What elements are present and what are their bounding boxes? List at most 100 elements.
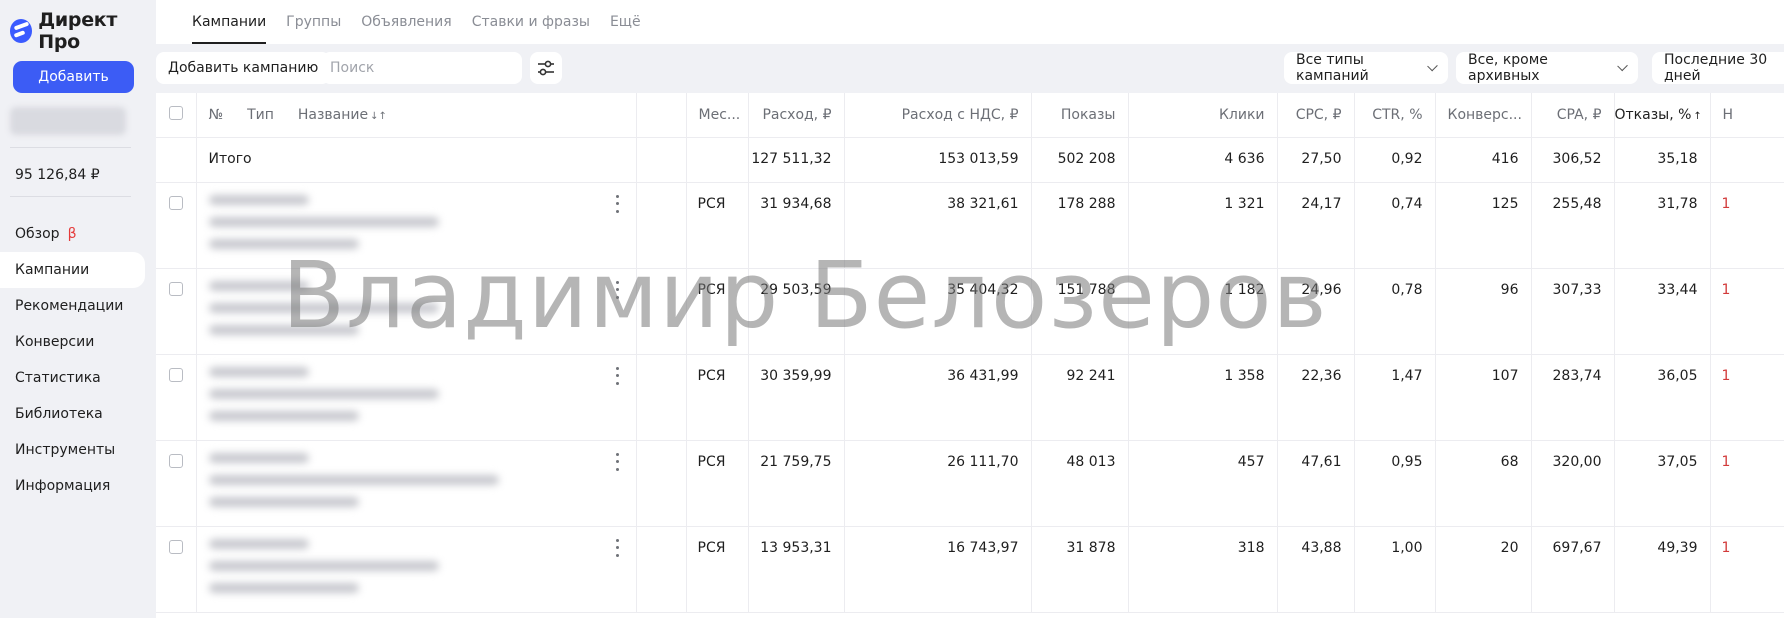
row-clicks: 1 321 <box>1128 182 1278 269</box>
more-actions-icon[interactable] <box>615 452 620 471</box>
row-cb-cell <box>156 182 197 269</box>
sidebar-nav: Обзор β Кампании Рекомендации Конверсии С… <box>0 216 145 504</box>
sliders-icon <box>538 60 554 76</box>
row-next: 1 <box>1710 440 1784 527</box>
row-cost: 31 934,68 <box>748 182 845 269</box>
clicks-column-header[interactable]: Клики <box>1128 93 1278 138</box>
row-cost: 30 359,99 <box>748 354 845 441</box>
blurred-text <box>208 496 359 507</box>
total-cpc: 27,50 <box>1277 137 1355 183</box>
tab-groups[interactable]: Группы <box>286 0 341 44</box>
blurred-text <box>208 366 309 377</box>
app-logo[interactable]: Директ Про <box>10 9 156 53</box>
row-cb-cell <box>156 526 197 613</box>
sort-icon: ↓↑ <box>370 110 387 122</box>
more-actions-icon[interactable] <box>615 194 620 213</box>
sidebar-item-statistics[interactable]: Статистика <box>0 360 145 396</box>
divider <box>10 196 131 197</box>
sidebar-item-recommendations[interactable]: Рекомендации <box>0 288 145 324</box>
row-shows: 178 288 <box>1031 182 1129 269</box>
total-conversions: 416 <box>1435 137 1532 183</box>
status-filter-select[interactable]: Все, кроме архивных <box>1456 52 1638 84</box>
row-cpa: 283,74 <box>1531 354 1615 441</box>
table-row[interactable]: РСЯ 21 759,75 26 111,70 48 013 457 47,61 0,95 6… <box>156 440 1784 527</box>
period-select[interactable]: Последние 30 дней <box>1652 52 1784 84</box>
row-place: РСЯ <box>686 526 749 613</box>
cpa-column-header[interactable]: CPA, ₽ <box>1531 93 1615 138</box>
row-shows: 151 788 <box>1031 268 1129 355</box>
row-ctr: 1,47 <box>1354 354 1436 441</box>
row-cost-vat: 38 321,61 <box>844 182 1032 269</box>
tab-bids-phrases[interactable]: Ставки и фразы <box>472 0 590 44</box>
add-button[interactable]: Добавить <box>13 61 134 93</box>
cost-vat-column-header[interactable]: Расход с НДС, ₽ <box>844 93 1032 138</box>
search-input[interactable] <box>322 52 522 84</box>
row-spacer <box>636 182 687 269</box>
select-all-checkbox[interactable] <box>168 105 183 120</box>
conversions-column-header[interactable]: Конверс... <box>1435 93 1532 138</box>
campaign-name-cell[interactable] <box>196 526 637 613</box>
row-cost-vat: 35 404,32 <box>844 268 1032 355</box>
row-checkbox[interactable] <box>168 367 183 382</box>
campaign-name-cell[interactable] <box>196 440 637 527</box>
next-column-header[interactable]: Н <box>1710 93 1784 138</box>
campaign-name-cell[interactable] <box>196 182 637 269</box>
sidebar-item-label: Библиотека <box>15 406 103 422</box>
table-row[interactable]: РСЯ 31 934,68 38 321,61 178 288 1 321 24,17 0,… <box>156 182 1784 269</box>
blurred-text <box>208 324 359 335</box>
row-checkbox[interactable] <box>168 539 183 554</box>
place-column-header[interactable]: Мес... <box>686 93 749 138</box>
blurred-text <box>208 582 359 593</box>
sidebar-item-label: Кампании <box>15 262 90 278</box>
sidebar-item-label: Обзор <box>15 226 60 242</box>
sidebar-item-tools[interactable]: Инструменты <box>0 432 145 468</box>
sidebar-item-label: Рекомендации <box>15 298 124 314</box>
row-clicks: 318 <box>1128 526 1278 613</box>
row-cost: 13 953,31 <box>748 526 845 613</box>
sidebar-item-information[interactable]: Информация <box>0 468 145 504</box>
row-spacer <box>636 354 687 441</box>
account-selector[interactable] <box>10 107 126 135</box>
total-row: Итого 127 511,32 153 013,59 502 208 4 63… <box>156 137 1784 183</box>
shows-column-header[interactable]: Показы <box>1031 93 1129 138</box>
total-clicks: 4 636 <box>1128 137 1278 183</box>
tab-campaigns[interactable]: Кампании <box>192 0 267 44</box>
table-row[interactable]: РСЯ 29 503,59 35 404,32 151 788 1 182 24,96 0,… <box>156 268 1784 355</box>
cpc-column-header[interactable]: CPC, ₽ <box>1277 93 1355 138</box>
more-actions-icon[interactable] <box>615 280 620 299</box>
row-cpc: 47,61 <box>1277 440 1355 527</box>
more-actions-icon[interactable] <box>615 366 620 385</box>
type-column-header[interactable]: Тип <box>247 107 274 123</box>
blurred-text <box>208 280 309 291</box>
blurred-text <box>208 560 439 571</box>
more-actions-icon[interactable] <box>615 538 620 557</box>
row-checkbox[interactable] <box>168 453 183 468</box>
account-balance: 95 126,84 ₽ <box>15 167 100 183</box>
row-conversions: 68 <box>1435 440 1532 527</box>
ctr-column-header[interactable]: CTR, % <box>1354 93 1436 138</box>
table-row[interactable]: РСЯ 13 953,31 16 743,97 31 878 318 43,88 1,00 2… <box>156 526 1784 613</box>
total-label: Итого <box>196 137 637 183</box>
sidebar-item-overview[interactable]: Обзор β <box>0 216 145 252</box>
divider <box>10 147 131 148</box>
add-campaign-button[interactable]: Добавить кампанию <box>156 52 331 84</box>
campaign-name-cell[interactable] <box>196 354 637 441</box>
name-column-sort[interactable]: Название ↓↑ <box>298 107 387 123</box>
filter-settings-button[interactable] <box>530 52 562 84</box>
row-checkbox[interactable] <box>168 281 183 296</box>
campaign-types-value: Все типы кампаний <box>1296 52 1369 84</box>
bounce-column-header[interactable]: Отказы, % ↑ <box>1614 93 1711 138</box>
sidebar-item-library[interactable]: Библиотека <box>0 396 145 432</box>
table-row[interactable]: РСЯ 30 359,99 36 431,99 92 241 1 358 22,36 1,4… <box>156 354 1784 441</box>
tab-ads[interactable]: Объявления <box>361 0 451 44</box>
row-bounce: 49,39 <box>1614 526 1711 613</box>
campaign-name-cell[interactable] <box>196 268 637 355</box>
row-shows: 48 013 <box>1031 440 1129 527</box>
campaign-types-select[interactable]: Все типы кампаний <box>1284 52 1448 84</box>
sidebar-item-conversions[interactable]: Конверсии <box>0 324 145 360</box>
num-column-header[interactable]: № <box>209 107 224 123</box>
row-checkbox[interactable] <box>168 195 183 210</box>
sidebar-item-campaigns[interactable]: Кампании <box>0 252 145 288</box>
tab-more[interactable]: Ещё <box>610 0 641 44</box>
cost-column-header[interactable]: Расход, ₽ <box>748 93 845 138</box>
